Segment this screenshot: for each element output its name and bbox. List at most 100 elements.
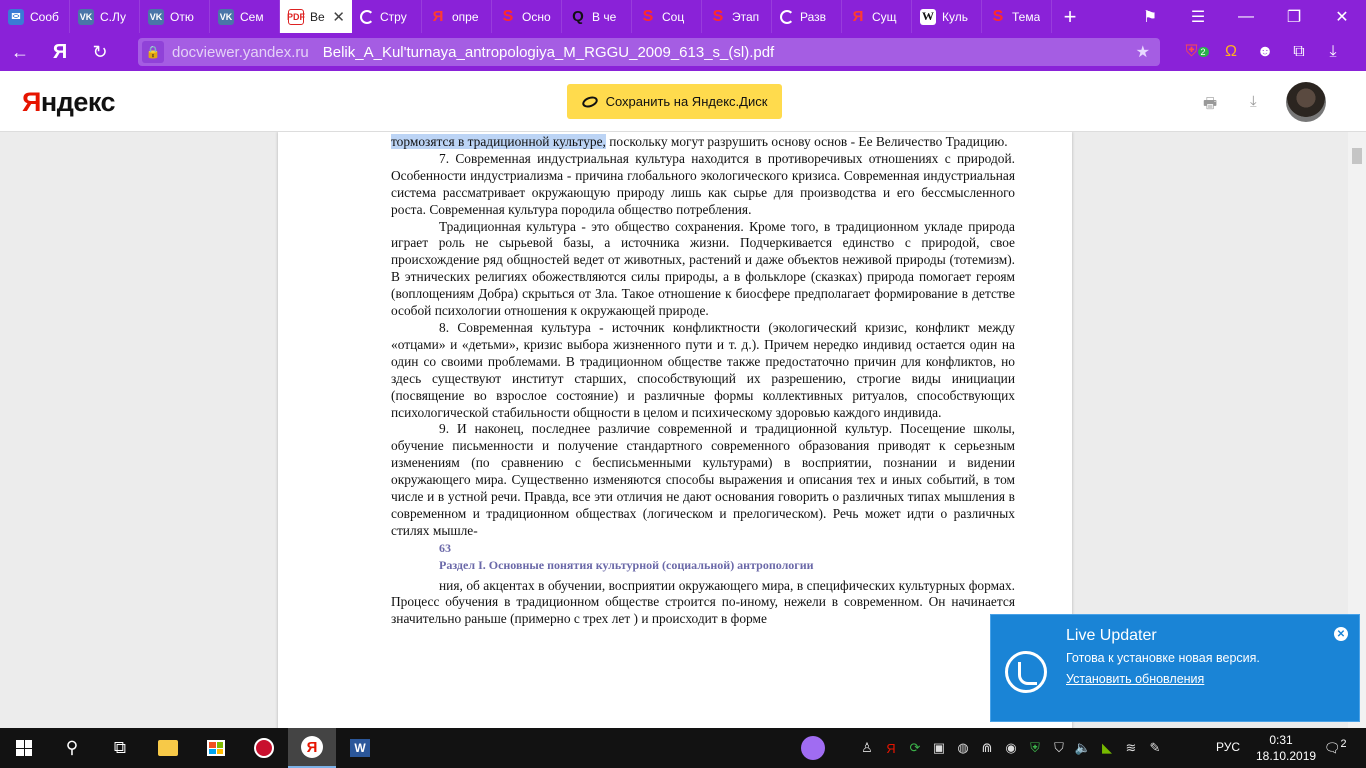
tab-title: Сущ (872, 9, 897, 24)
camera-icon[interactable]: ▣ (927, 740, 951, 756)
tab-s-2[interactable]: S Соц (632, 0, 702, 33)
highlighted-text: тормозятся в традиционной культуре, (391, 134, 606, 149)
yandex-logo[interactable]: Яндекс (22, 87, 116, 118)
bookmarks-icon[interactable]: ⚑ (1126, 0, 1174, 33)
tab-title: Отю (170, 9, 194, 24)
paragraph-0: тормозятся в традиционной культуре, поск… (391, 134, 1015, 151)
task-view-button[interactable]: ⧉ (96, 728, 144, 768)
disk-tray-icon[interactable]: ◍ (951, 740, 975, 756)
update-icon (1005, 651, 1047, 693)
logo-letter: Я (22, 87, 41, 117)
network-icon[interactable]: ⋒ (975, 740, 999, 756)
input-language[interactable]: РУС (1216, 740, 1240, 754)
paragraph-0-rest: поскольку могут разрушить основу основ -… (605, 134, 1008, 149)
security-icon[interactable]: ⛨ (1023, 740, 1047, 756)
translate-extension-icon[interactable]: ⧉ (1282, 43, 1316, 61)
tab-vk-2[interactable]: VK Отю (140, 0, 210, 33)
power-app-icon (254, 738, 274, 758)
action-center-button[interactable]: 🗨2 (1324, 738, 1347, 756)
clock[interactable]: 0:31 18.10.2019 (1256, 732, 1316, 764)
tab-loading-2[interactable]: Разв (772, 0, 842, 33)
tab-vk-3[interactable]: VK Сем (210, 0, 280, 33)
tab-loading-1[interactable]: Стру (352, 0, 422, 33)
close-tab-icon[interactable]: ✕ (332, 8, 345, 26)
shield-extension-icon[interactable]: ⛨ 2 (1180, 43, 1214, 61)
tab-pdf-active[interactable]: PDF Ве ✕ (280, 0, 352, 33)
tab-title: Стру (380, 9, 407, 24)
tab-title: Этап (732, 9, 760, 24)
print-icon[interactable]: 🖶 (1203, 93, 1217, 118)
nvidia-icon[interactable]: ◣ (1095, 740, 1119, 756)
loading-icon (360, 9, 374, 24)
tab-title: В че (592, 9, 617, 24)
vk-icon: VK (78, 8, 94, 25)
tab-yandex-2[interactable]: Я Сущ (842, 0, 912, 33)
action-center-count: 2 (1340, 738, 1347, 750)
disk-icon (580, 94, 599, 109)
yandex-home-button[interactable]: Я (40, 33, 80, 71)
close-notification-icon[interactable]: ✕ (1334, 627, 1348, 641)
tab-wikipedia[interactable]: W Куль (912, 0, 982, 33)
vk-icon: VK (218, 8, 234, 25)
word-icon: W (350, 739, 370, 757)
page-number: 63 (439, 540, 451, 555)
tab-title: Ве (310, 9, 325, 24)
people-icon[interactable]: ♙ (855, 740, 879, 756)
ghost-extension-icon[interactable]: ☻ (1248, 43, 1282, 61)
url-field[interactable]: 🔒 docviewer.yandex.ru Belik_A_Kul'turnay… (138, 38, 1160, 66)
tab-s-1[interactable]: S Осно (492, 0, 562, 33)
explorer-button[interactable] (144, 728, 192, 768)
tab-title: Сем (240, 9, 264, 24)
extension-badge: 2 (1197, 47, 1209, 57)
system-tray: ♙ Я ⟳ ▣ ◍ ⋒ ◉ ⛨ ⛉ 🔈 ◣ ≋ ✎ (855, 728, 1167, 768)
tab-yandex-1[interactable]: Яопре (422, 0, 492, 33)
back-button[interactable]: ← (0, 33, 40, 71)
lock-icon[interactable]: 🔒 (142, 41, 164, 63)
notification-title: Live Updater (1066, 627, 1157, 644)
yandex-tray-icon[interactable]: Я (879, 741, 903, 756)
shield-tray-icon[interactable]: ⛉ (1047, 740, 1071, 756)
s-icon: S (712, 7, 724, 25)
tab-q[interactable]: Q В че (562, 0, 632, 33)
download-icon[interactable]: ⤓ (1316, 43, 1350, 61)
globe-icon[interactable]: ◉ (999, 740, 1023, 756)
menu-icon[interactable]: ☰ (1174, 0, 1222, 33)
tab-title: Сооб (30, 9, 59, 24)
alice-assistant-icon[interactable] (801, 736, 825, 760)
tab-title: опре (452, 9, 479, 24)
user-avatar[interactable] (1286, 82, 1326, 122)
paragraph-continued: ния, об акцентах в обучении, восприятии … (391, 577, 1015, 627)
new-tab-button[interactable]: + (1052, 0, 1088, 33)
omega-extension-icon[interactable]: Ω (1214, 43, 1248, 61)
live-updater-notification[interactable]: Live Updater Готова к установке новая ве… (990, 614, 1360, 722)
app-button[interactable] (240, 728, 288, 768)
logo-rest: ндекс (40, 87, 116, 117)
restore-icon[interactable]: ❐ (1270, 0, 1318, 33)
minimize-icon[interactable]: — (1222, 0, 1270, 33)
yandex-icon: Я (432, 8, 444, 25)
wifi-icon[interactable]: ≋ (1119, 740, 1143, 756)
pen-icon[interactable]: ✎ (1143, 740, 1167, 756)
reload-button[interactable]: ↻ (80, 33, 120, 71)
s-icon: S (642, 7, 654, 25)
tab-messages[interactable]: ✉ Сооб (0, 0, 70, 33)
store-button[interactable] (192, 728, 240, 768)
tab-s-4[interactable]: S Тема (982, 0, 1052, 33)
search-button[interactable]: ⚲ (48, 728, 96, 768)
tab-title: С.Лу (100, 9, 127, 24)
volume-icon[interactable]: 🔈 (1071, 740, 1095, 756)
save-to-disk-button[interactable]: Сохранить на Яндекс.Диск (567, 84, 782, 119)
url-domain: docviewer.yandex.ru (172, 43, 309, 61)
s-icon: S (502, 7, 514, 25)
tab-vk-1[interactable]: VK С.Лу (70, 0, 140, 33)
download-file-icon[interactable]: ⤓ (1250, 93, 1257, 110)
bookmark-star-icon[interactable]: ★ (1136, 42, 1150, 62)
yandex-browser-button[interactable]: Я (288, 728, 336, 768)
start-button[interactable] (0, 728, 48, 768)
sync-icon[interactable]: ⟳ (903, 740, 927, 756)
scroll-thumb[interactable] (1352, 148, 1362, 164)
tab-s-3[interactable]: S Этап (702, 0, 772, 33)
install-updates-link[interactable]: Установить обновления (1066, 672, 1204, 686)
word-button[interactable]: W (336, 728, 384, 768)
close-window-icon[interactable]: ✕ (1318, 0, 1366, 33)
